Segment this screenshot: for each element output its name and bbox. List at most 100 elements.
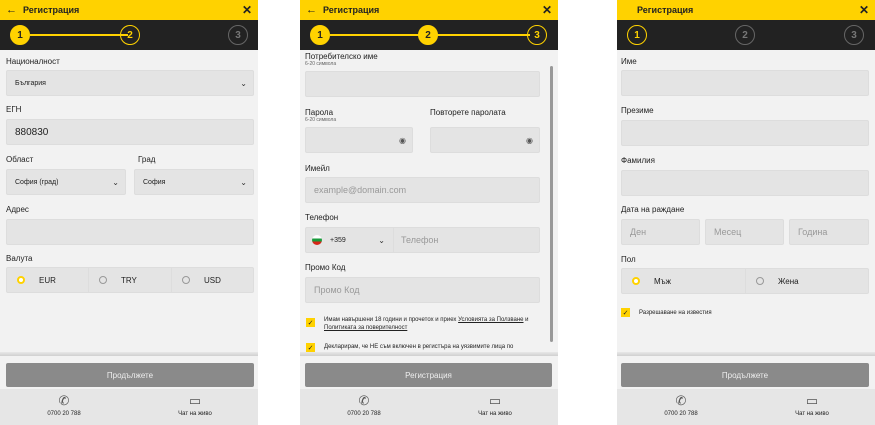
live-chat[interactable]: ▭ Чат на живо bbox=[762, 393, 862, 417]
promo-input[interactable]: Промо Код bbox=[305, 277, 540, 303]
middle-name-input[interactable] bbox=[621, 120, 869, 146]
address-label: Адрес bbox=[6, 205, 29, 214]
gender-selector: Мъж Жена bbox=[621, 268, 869, 294]
first-name-input[interactable] bbox=[621, 70, 869, 96]
chat-label: Чат на живо bbox=[478, 411, 512, 417]
step-2: 2 bbox=[120, 25, 140, 45]
eye-icon[interactable]: ◉ bbox=[399, 136, 406, 145]
live-chat[interactable]: ▭ Чат на живо bbox=[145, 393, 245, 417]
city-label: Град bbox=[138, 155, 156, 164]
region-select[interactable]: София (град) ⌄ bbox=[6, 169, 126, 195]
step-1: 1 bbox=[10, 25, 30, 45]
continue-button[interactable]: Продължете bbox=[6, 363, 254, 387]
radio-icon bbox=[99, 276, 107, 284]
footer: ✆ 0700 20 788 ▭ Чат на живо bbox=[300, 389, 558, 425]
header: ← Регистрация ✕ bbox=[300, 0, 558, 20]
close-icon[interactable]: ✕ bbox=[542, 3, 552, 17]
nationality-select[interactable]: България ⌄ bbox=[6, 70, 254, 96]
step-2: 2 bbox=[418, 25, 438, 45]
arrow-left-icon[interactable]: ← bbox=[306, 4, 317, 16]
divider bbox=[300, 352, 558, 356]
consent-and: и bbox=[523, 317, 529, 323]
divider bbox=[617, 352, 875, 356]
close-icon[interactable]: ✕ bbox=[242, 3, 252, 17]
divider bbox=[0, 352, 258, 356]
checkbox-age-terms[interactable]: ✓ bbox=[306, 318, 315, 327]
currency-label: Валута bbox=[6, 254, 33, 263]
close-icon[interactable]: ✕ bbox=[859, 3, 869, 17]
currency-eur-label: EUR bbox=[39, 275, 56, 285]
chevron-down-icon: ⌄ bbox=[378, 235, 385, 245]
consent-text: Имам навършени 18 години и прочетох и пр… bbox=[324, 316, 546, 332]
chat-icon: ▭ bbox=[188, 393, 202, 408]
phone-code: +359 bbox=[330, 236, 346, 244]
last-name-input[interactable] bbox=[621, 170, 869, 196]
chevron-down-icon: ⌄ bbox=[240, 78, 247, 88]
continue-button[interactable]: Продължете bbox=[621, 363, 869, 387]
chat-icon: ▭ bbox=[805, 393, 819, 408]
header-title: Регистрация bbox=[637, 5, 694, 15]
password-input[interactable]: ◉ bbox=[305, 127, 413, 153]
city-select[interactable]: София ⌄ bbox=[134, 169, 254, 195]
year-input[interactable]: Година bbox=[789, 219, 869, 245]
chevron-down-icon: ⌄ bbox=[112, 177, 119, 187]
terms-link[interactable]: Условията за Ползване bbox=[458, 317, 523, 323]
phone-field: +359 ⌄ Телефон bbox=[305, 227, 540, 253]
header-title: Регистрация bbox=[323, 5, 380, 15]
email-label: Имейл bbox=[305, 164, 330, 173]
consent-text-1: Имам навършени 18 години и прочетох и пр… bbox=[324, 317, 459, 323]
phone-contact[interactable]: ✆ 0700 20 788 bbox=[314, 393, 414, 417]
scrollbar[interactable] bbox=[550, 66, 553, 342]
footer: ✆ 0700 20 788 ▭ Чат на живо bbox=[0, 389, 258, 425]
month-input[interactable]: Месец bbox=[705, 219, 784, 245]
phone-icon: ✆ bbox=[358, 393, 370, 408]
step-3: 3 bbox=[527, 25, 547, 45]
radio-selected-icon bbox=[17, 276, 25, 284]
egn-input[interactable]: 880830 bbox=[6, 119, 254, 145]
stepper: 1 2 3 bbox=[300, 20, 558, 50]
registration-step-3: Регистрация ✕ 1 2 3 Име Презиме Фамилия … bbox=[617, 0, 875, 425]
arrow-left-icon[interactable]: ← bbox=[6, 4, 17, 16]
nationality-value: България bbox=[15, 79, 46, 87]
checkbox-declaration[interactable]: ✓ bbox=[306, 343, 315, 352]
username-hint: 6-20 символа bbox=[305, 61, 337, 67]
region-label: Област bbox=[6, 155, 34, 164]
registration-step-2: ← Регистрация ✕ 1 2 3 Потребителско име … bbox=[300, 0, 558, 425]
radio-icon bbox=[182, 276, 190, 284]
header-title: Регистрация bbox=[23, 5, 80, 15]
phone-contact[interactable]: ✆ 0700 20 788 bbox=[14, 393, 114, 417]
currency-try-label: TRY bbox=[121, 275, 137, 285]
eye-icon[interactable]: ◉ bbox=[526, 136, 533, 145]
live-chat[interactable]: ▭ Чат на живо bbox=[445, 393, 545, 417]
nationality-label: Националност bbox=[6, 57, 60, 66]
username-input[interactable] bbox=[305, 71, 540, 97]
male-label: Мъж bbox=[654, 276, 672, 286]
gender-option-male[interactable]: Мъж bbox=[622, 269, 746, 293]
region-value: София (град) bbox=[15, 178, 59, 186]
gender-option-female[interactable]: Жена bbox=[746, 269, 870, 293]
day-input[interactable]: Ден bbox=[621, 219, 700, 245]
middle-name-label: Презиме bbox=[621, 106, 654, 115]
email-input[interactable]: example@domain.com bbox=[305, 177, 540, 203]
promo-label: Промо Код bbox=[305, 263, 346, 272]
header: Регистрация ✕ bbox=[617, 0, 875, 20]
female-label: Жена bbox=[778, 276, 799, 286]
address-input[interactable] bbox=[6, 219, 254, 245]
chevron-down-icon: ⌄ bbox=[240, 177, 247, 187]
country-code-select[interactable]: +359 ⌄ bbox=[306, 228, 394, 252]
footer: ✆ 0700 20 788 ▭ Чат на живо bbox=[617, 389, 875, 425]
phone-input[interactable]: Телефон bbox=[401, 228, 438, 252]
last-name-label: Фамилия bbox=[621, 156, 655, 165]
gender-label: Пол bbox=[621, 255, 636, 264]
privacy-link[interactable]: Политиката за поверителност bbox=[324, 325, 407, 331]
step-line bbox=[30, 34, 128, 36]
currency-option-eur[interactable]: EUR bbox=[7, 268, 89, 292]
currency-option-usd[interactable]: USD bbox=[172, 268, 255, 292]
stepper: 1 2 3 bbox=[617, 20, 875, 50]
checkbox-notifications[interactable]: ✓ bbox=[621, 308, 630, 317]
repeat-password-input[interactable]: ◉ bbox=[430, 127, 540, 153]
notifications-label: Разрешаване на известия bbox=[639, 310, 712, 316]
currency-option-try[interactable]: TRY bbox=[89, 268, 172, 292]
register-button[interactable]: Регистрация bbox=[305, 363, 552, 387]
phone-contact[interactable]: ✆ 0700 20 788 bbox=[631, 393, 731, 417]
